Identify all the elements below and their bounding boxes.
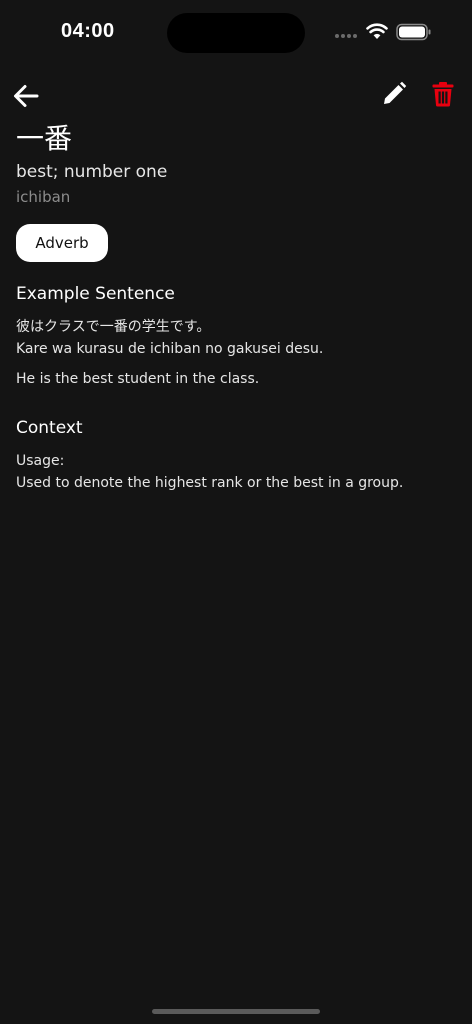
example-sentence-heading: Example Sentence <box>16 284 175 304</box>
context-heading: Context <box>16 418 83 438</box>
usage-label: Usage: <box>16 453 65 469</box>
edit-button[interactable] <box>378 78 410 110</box>
word-kanji: 一番 <box>16 122 73 155</box>
dynamic-island <box>167 13 305 53</box>
arrow-left-icon <box>14 85 39 107</box>
nav-bar <box>0 76 472 112</box>
part-of-speech-badge[interactable]: Adverb <box>16 224 108 262</box>
pencil-icon <box>384 81 407 104</box>
wifi-icon <box>366 23 388 39</box>
battery-icon <box>396 23 431 41</box>
trash-icon <box>432 82 454 107</box>
home-indicator <box>152 1009 320 1014</box>
usage-text: Used to denote the highest rank or the b… <box>16 475 404 491</box>
example-sentence-japanese: 彼はクラスで一番の学生です。 <box>16 319 211 335</box>
back-button[interactable] <box>10 80 42 112</box>
status-bar: 04:00 <box>0 0 472 64</box>
word-romaji: ichiban <box>16 188 71 206</box>
status-time: 04:00 <box>61 20 115 42</box>
cellular-signal-icon <box>335 34 357 38</box>
example-sentence-english: He is the best student in the class. <box>16 371 260 387</box>
word-meaning: best; number one <box>16 162 168 182</box>
example-sentence-romaji: Kare wa kurasu de ichiban no gakusei des… <box>16 341 324 357</box>
delete-button[interactable] <box>427 78 459 110</box>
word-detail: 一番 best; number one ichiban Adverb Examp… <box>16 120 456 494</box>
